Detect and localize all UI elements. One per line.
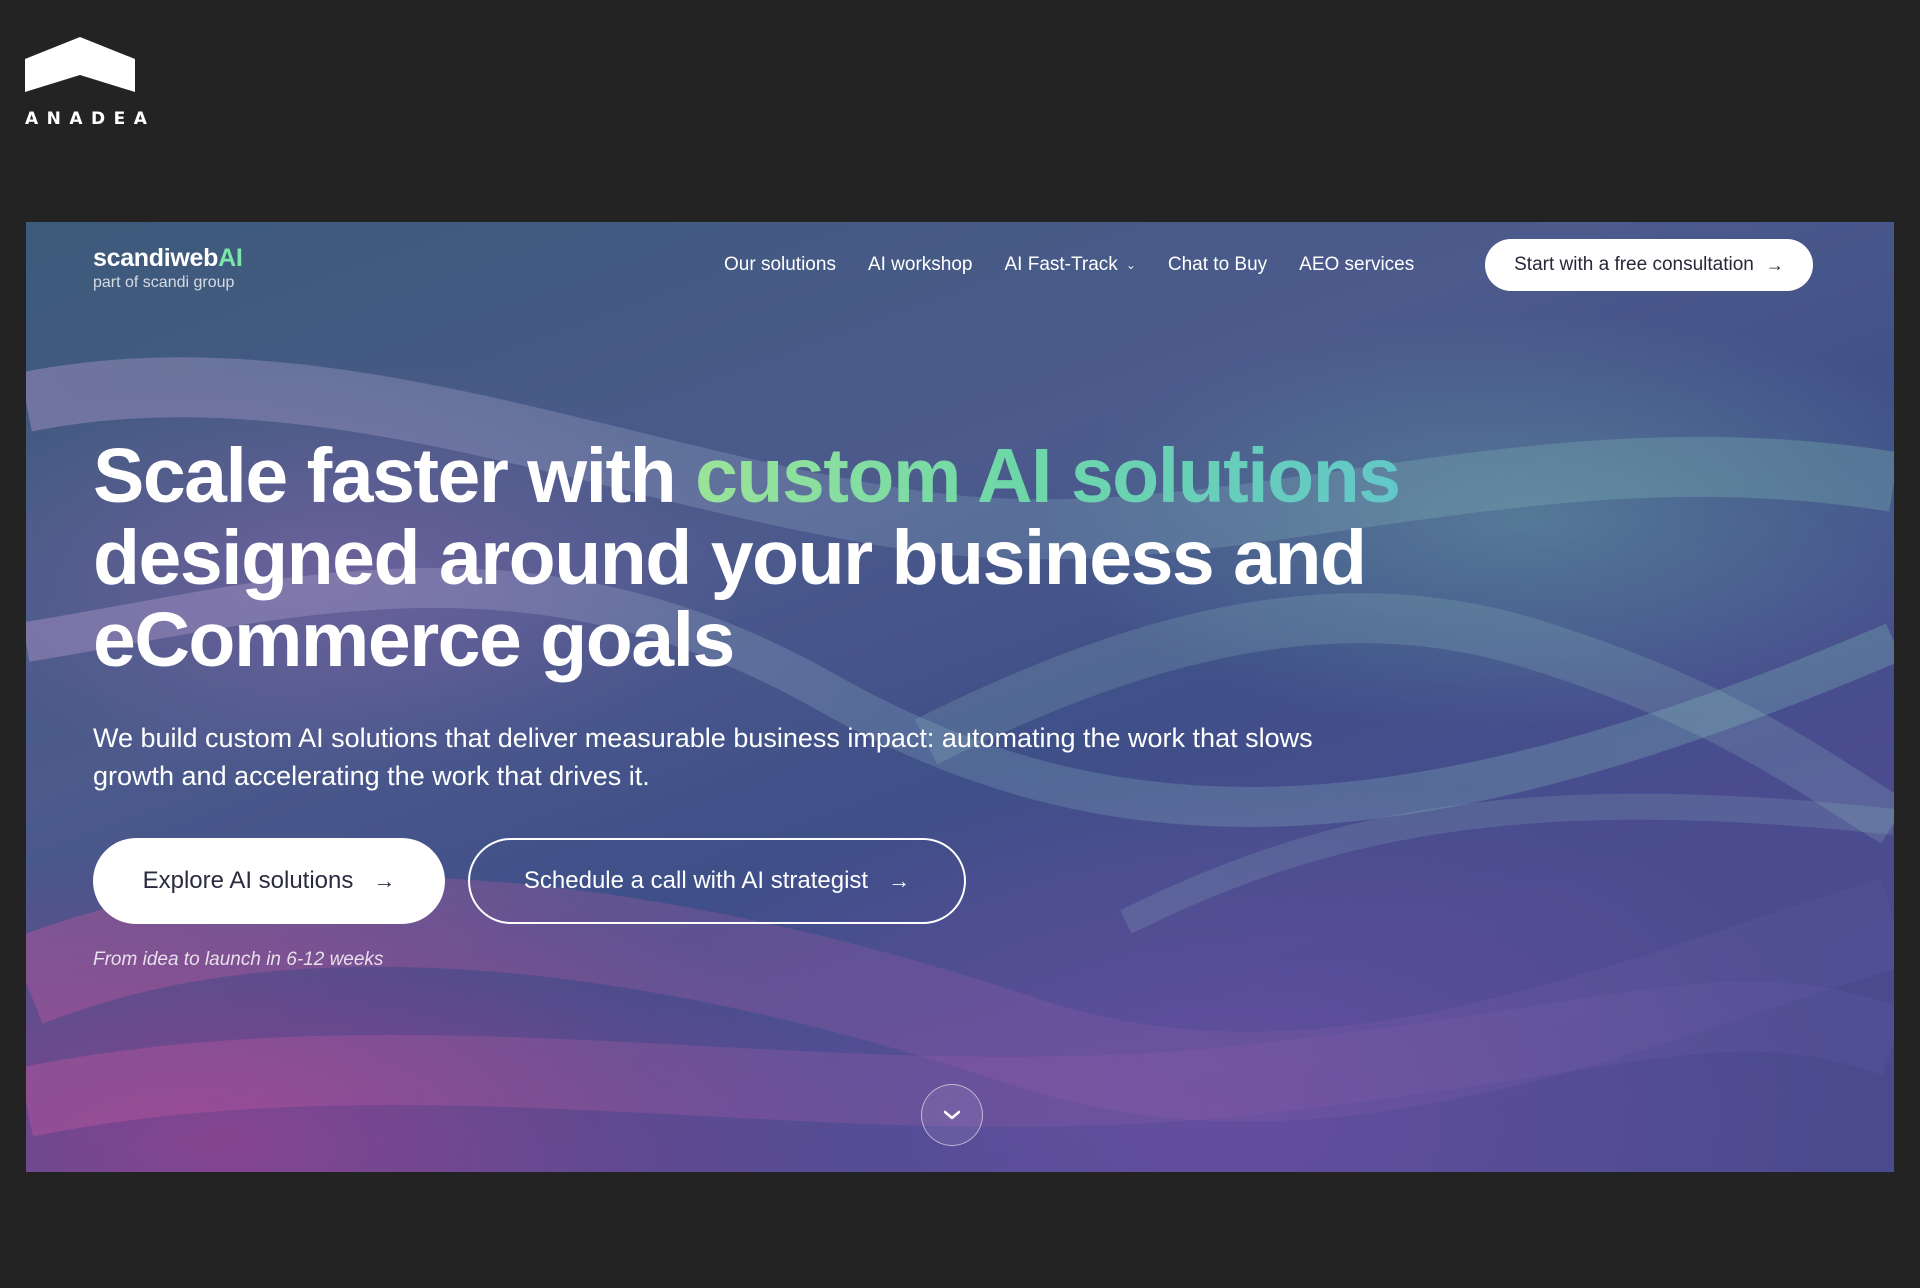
scroll-down-button[interactable]: [921, 1084, 983, 1146]
nav-item-label: Our solutions: [724, 254, 836, 275]
brand-name-main: scandiweb: [93, 244, 219, 272]
anadea-roof-icon: [25, 37, 135, 92]
nav-item-label: AEO services: [1299, 254, 1415, 275]
brand-tagline: part of scandi group: [93, 274, 235, 291]
nav-item-ai-fast-track[interactable]: AI Fast-Track ⌄: [1005, 254, 1136, 276]
website-hero-frame: scandiwebAI part of scandi group Our sol…: [26, 222, 1894, 1172]
nav-item-label: Chat to Buy: [1167, 254, 1268, 275]
hero-title-part2: designed around your business and eComme…: [93, 515, 1367, 683]
nav-item-our-solutions[interactable]: Our solutions: [724, 254, 836, 276]
brand-name: scandiwebAI: [93, 244, 243, 273]
chevron-down-icon: ⌄: [1125, 258, 1136, 272]
nav-item-ai-workshop[interactable]: AI workshop: [868, 254, 973, 276]
arrow-right-icon: →: [1765, 254, 1784, 275]
schedule-call-label: Schedule a call with AI strategist: [523, 867, 869, 894]
schedule-call-button[interactable]: Schedule a call with AI strategist →: [468, 838, 966, 924]
free-consultation-label: Start with a free consultation: [1514, 254, 1754, 275]
brand-logo[interactable]: scandiwebAI part of scandi group: [93, 244, 243, 292]
arrow-right-icon: →: [373, 868, 396, 893]
chevron-down-icon: [943, 1110, 961, 1120]
hero-title: Scale faster with custom AI solutions de…: [93, 435, 1593, 681]
anadea-logo: ANADEA: [25, 37, 156, 129]
explore-ai-solutions-button[interactable]: Explore AI solutions →: [93, 838, 445, 924]
nav-item-aeo-services[interactable]: AEO services: [1299, 254, 1414, 276]
hero-title-accent: custom AI solutions: [695, 433, 1401, 519]
hero-note: From idea to launch in 6-12 weeks: [93, 949, 384, 970]
free-consultation-button[interactable]: Start with a free consultation →: [1485, 239, 1813, 291]
anadea-logo-text: ANADEA: [25, 109, 156, 129]
background-waves: [26, 357, 1894, 1137]
main-nav: Our solutions AI workshop AI Fast-Track ⌄…: [724, 254, 1446, 276]
brand-name-ai: AI: [218, 244, 243, 272]
hero-subtitle: We build custom AI solutions that delive…: [93, 723, 1313, 791]
arrow-right-icon: →: [888, 868, 911, 893]
hero-title-part1: Scale faster with: [93, 433, 696, 519]
explore-ai-solutions-label: Explore AI solutions: [142, 867, 354, 894]
nav-item-label: AI Fast-Track: [1004, 254, 1118, 275]
nav-item-chat-to-buy[interactable]: Chat to Buy: [1168, 254, 1267, 276]
nav-item-label: AI workshop: [867, 254, 973, 275]
